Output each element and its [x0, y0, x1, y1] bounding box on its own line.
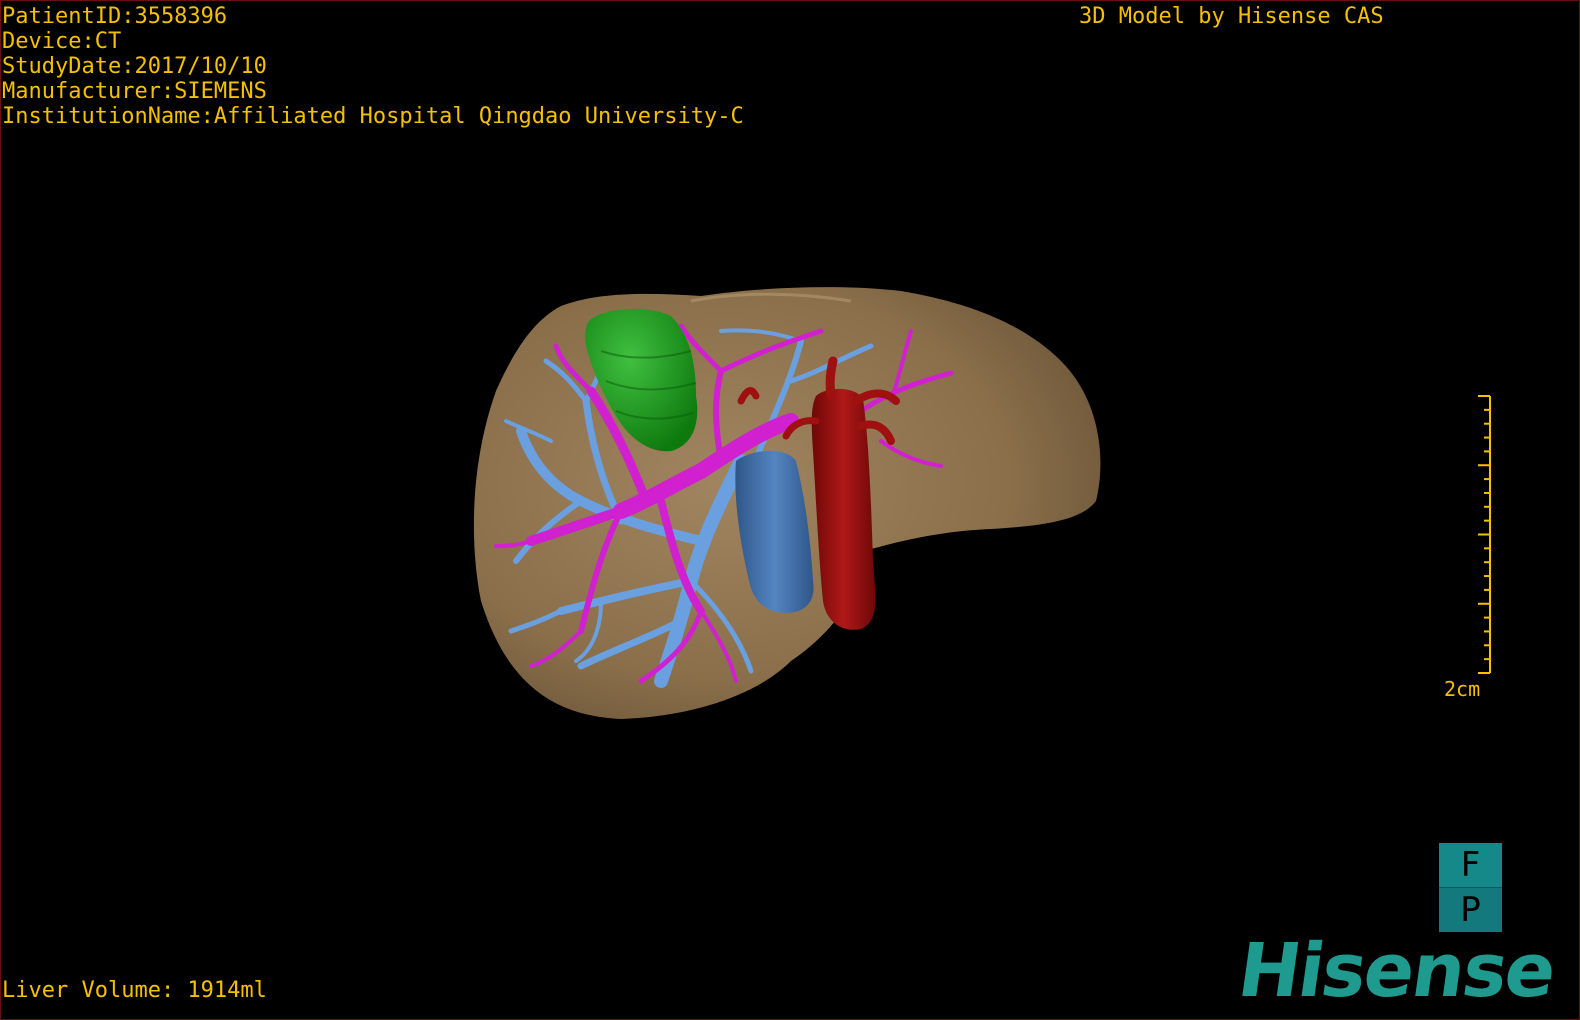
- model-credit: 3D Model by Hisense CAS: [1079, 4, 1384, 29]
- scale-bar: [1478, 395, 1491, 674]
- institution-name: InstitutionName:Affiliated Hospital Qing…: [2, 104, 744, 129]
- device: Device:CT: [2, 29, 122, 54]
- liver-3d-model[interactable]: [1, 1, 1579, 1019]
- liver-volume: Liver Volume: 1914ml: [2, 978, 267, 1003]
- study-info-overlay: PatientID:3558396 Device:CT StudyDate:20…: [2, 4, 744, 129]
- patient-id: PatientID:3558396: [2, 4, 228, 29]
- hisense-logo: Hisense: [1232, 928, 1560, 1014]
- orientation-front: F: [1439, 843, 1502, 887]
- orientation-cube[interactable]: F P: [1439, 843, 1502, 932]
- orientation-posterior: P: [1439, 887, 1502, 932]
- manufacturer: Manufacturer:SIEMENS: [2, 79, 267, 104]
- 3d-viewport[interactable]: PatientID:3558396 Device:CT StudyDate:20…: [0, 0, 1580, 1020]
- study-date: StudyDate:2017/10/10: [2, 54, 267, 79]
- scale-bar-label: 2cm: [1444, 677, 1481, 701]
